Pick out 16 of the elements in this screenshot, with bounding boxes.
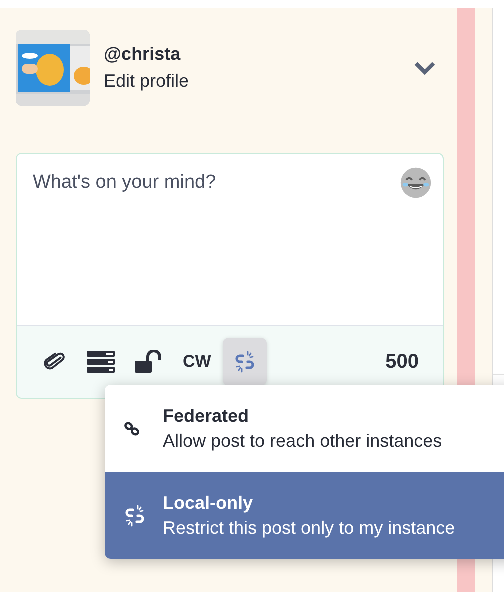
character-count: 500 xyxy=(386,350,419,374)
account-handle: @christa xyxy=(104,44,182,65)
menu-item[interactable]: Federated Allow post to reach other instances xyxy=(105,385,504,472)
menu-item[interactable]: Local-only Restrict this post only to my instance xyxy=(105,472,504,559)
unlocked-padlock-icon[interactable] xyxy=(135,350,163,374)
option-description: Allow post to reach other instances xyxy=(163,430,442,452)
option-title: Local-only xyxy=(163,492,254,514)
emoji-icon[interactable] xyxy=(399,166,433,200)
chain-link-icon xyxy=(123,420,141,438)
edit-profile-link[interactable]: Edit profile xyxy=(104,71,410,92)
list-icon[interactable] xyxy=(87,350,115,374)
option-title: Federated xyxy=(163,406,250,426)
content-warning-button[interactable]: CW xyxy=(183,352,212,372)
federation-button[interactable] xyxy=(223,338,268,386)
broken-link-icon xyxy=(123,504,147,528)
option-description: Restrict this post only to my instance xyxy=(163,518,456,538)
